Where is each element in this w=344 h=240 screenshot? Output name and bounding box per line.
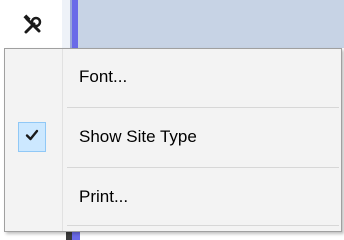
- column-header: [78, 0, 344, 48]
- tools-context-menu: Font... Show Site Type Print...: [4, 48, 342, 232]
- menu-separator: [67, 167, 339, 168]
- menu-separator: [67, 225, 339, 226]
- tools-menu-button[interactable]: [6, 2, 60, 48]
- checkmark-icon: [25, 128, 39, 147]
- menu-item-label: Print...: [79, 187, 129, 206]
- screen: Font... Show Site Type Print...: [0, 0, 344, 240]
- check-highlight: [18, 122, 46, 152]
- column-accent-bar-bottom: [72, 232, 80, 240]
- menu-item-label: Show Site Type: [79, 127, 197, 146]
- menu-item-check-cell: [5, 175, 59, 219]
- menu-separator: [67, 107, 339, 108]
- menu-item-font[interactable]: Font...: [5, 55, 341, 99]
- tools-icon: [22, 14, 44, 36]
- menu-item-check-cell: [5, 55, 59, 99]
- menu-item-print[interactable]: Print...: [5, 175, 341, 219]
- toolbar: [0, 0, 344, 48]
- menu-item-label: Font...: [79, 67, 128, 86]
- menu-item-check-cell: [5, 115, 59, 159]
- column-divider: [62, 0, 70, 48]
- menu-item-show-site-type[interactable]: Show Site Type: [5, 115, 341, 159]
